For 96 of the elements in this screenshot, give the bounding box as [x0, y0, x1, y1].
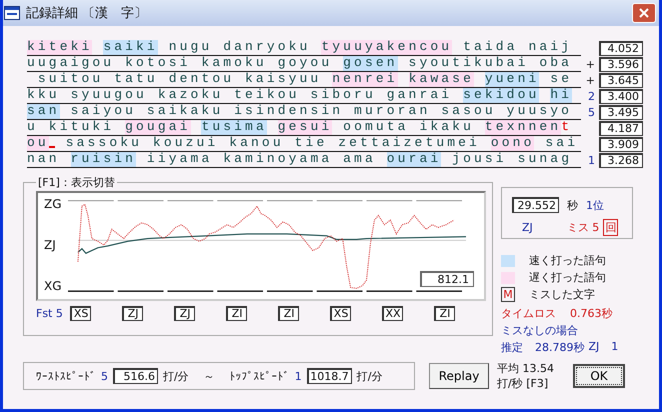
fast-word: san [27, 104, 60, 119]
axis-label: ZJ [44, 238, 57, 252]
rank-field: ZI [278, 306, 300, 321]
line-note: 2 [588, 90, 595, 102]
fast-word: gosen [343, 56, 398, 71]
line-note: + [586, 58, 595, 70]
estimate-place: 1 [611, 340, 618, 355]
legend-label: 速く打った語句 [529, 253, 606, 268]
average-speed: 平均 13.54 [497, 361, 555, 376]
line-time-field: 4.052 [599, 40, 643, 56]
slow-word: gougai [125, 120, 191, 135]
rank-field: XS [70, 306, 92, 321]
line-time-field: 3.400 [599, 88, 643, 104]
rank-field: ZI [434, 306, 456, 321]
typed-text: oomuta ikaku [342, 120, 475, 135]
typed-text: kku syuugou kazoku teikou siboru ganrai [27, 88, 454, 103]
window-title: 記録詳細 〔漢 字〕 [26, 5, 148, 22]
typed-text: jousi sunag [451, 152, 572, 167]
close-button[interactable] [632, 3, 656, 23]
fast-swatch-icon [501, 254, 515, 266]
speed-unit: 打/分 [356, 368, 382, 384]
miss-count: ミス 5 [566, 220, 600, 235]
speed-unit: 打/分 [163, 368, 189, 384]
line-time-field: 3.495 [599, 104, 643, 120]
typed-text: suitou tatu dentou kaisyuu [36, 72, 322, 87]
worst-speed-label: ﾜｰｽﾄｽﾋﾟｰﾄﾞ [36, 370, 96, 382]
rank-field: ZI [226, 306, 248, 321]
slow-word: nenrei [332, 72, 398, 87]
miss-symbol: M [501, 287, 515, 302]
typed-text: saiyou saikaku isindensin muroran sasou yuusyo [70, 104, 572, 119]
ok-button[interactable]: OK [573, 364, 625, 388]
legend-label: ミスした文字 [529, 287, 595, 302]
rank-field: XS [330, 306, 352, 321]
axis-label: ZG [44, 197, 63, 211]
average-unit: 打/秒 [F3] [497, 376, 550, 391]
slow-word: tyuuyakencou [321, 40, 452, 55]
legend-label: 遅く打った語句 [529, 270, 606, 285]
rank-text: ZJ [522, 221, 533, 234]
fast-word: hi [550, 88, 572, 103]
fast-word: sekidou [463, 88, 540, 103]
time-loss-value: 0.763秒 [570, 306, 612, 321]
window-icon [4, 6, 20, 20]
fast-word: yueni [484, 72, 540, 87]
top-speed-number: 1 [294, 370, 302, 382]
range-tilde: ～ [204, 368, 215, 384]
no-miss-title: ミスなしの場合 [501, 323, 579, 338]
time-loss-label: タイムロス [501, 306, 556, 321]
speed-value-field: 812.1 [420, 271, 474, 287]
worst-speed-field: 516.6 [113, 368, 158, 384]
typed-text: u kituki [27, 120, 116, 135]
miss-unit: 回 [603, 219, 618, 236]
slow-word: kawase [408, 72, 474, 87]
fast-word: tusima [201, 120, 267, 135]
time-field: 29.552 [512, 197, 559, 213]
line-note: 5 [588, 106, 595, 118]
axis-label: XG [44, 279, 63, 293]
group-title: [F1]：表示切替 [36, 176, 117, 189]
fast-word: ruisin [70, 152, 136, 167]
place-text: 1位 [586, 198, 604, 212]
line-time-field: 3.645 [599, 72, 643, 88]
estimate-time: 28.789秒 [535, 340, 584, 355]
typed-text: nan [27, 152, 61, 167]
seconds-unit: 秒 [567, 198, 578, 212]
top-speed-label: ﾄｯﾌﾟｽﾋﾟｰﾄﾞ [230, 370, 290, 382]
typed-text: nugu danryoku [168, 40, 312, 55]
typed-text: iiyama kaminoyama ama [146, 152, 377, 167]
fast-word: saiki [103, 40, 158, 55]
rank-field: ZJ [122, 306, 144, 321]
line-time-field: 3.268 [599, 152, 643, 168]
typed-text: taida naij [462, 40, 572, 55]
slow-word: texnnen [484, 120, 562, 135]
replay-button[interactable]: Replay [429, 363, 489, 389]
rank-field: XX [382, 306, 404, 321]
estimate-label: 推定 [501, 340, 523, 355]
line-time-field: 3.596 [599, 56, 643, 72]
line-note: 1 [588, 154, 595, 166]
rank-field: ZJ [174, 306, 196, 321]
fast-word: ourai [386, 152, 442, 167]
typed-text: sai [544, 136, 578, 151]
typed-text: uugaigou kotosi kamoku goyou [27, 56, 334, 71]
line-note: + [586, 74, 595, 86]
typed-text: syoutikubai oba [408, 56, 572, 71]
typed-text: se [549, 72, 572, 87]
slow-word: ou [27, 136, 49, 151]
close-icon [639, 8, 649, 18]
slow-word: gesui [278, 120, 332, 135]
missed-char: t [561, 120, 572, 135]
typed-text: sassoku kouzui kanou tie zettaizetumei [64, 136, 481, 151]
worst-speed-number: 5 [101, 370, 108, 382]
estimate-rank: ZJ [588, 340, 600, 355]
slow-word: oono [490, 136, 534, 151]
slow-word: kiteki [27, 40, 92, 55]
line-time-field: 4.187 [599, 120, 643, 136]
top-speed-field: 1018.7 [306, 368, 352, 384]
rank-caption: Fst 5 [36, 307, 64, 320]
line-time-field: 3.909 [599, 136, 643, 152]
